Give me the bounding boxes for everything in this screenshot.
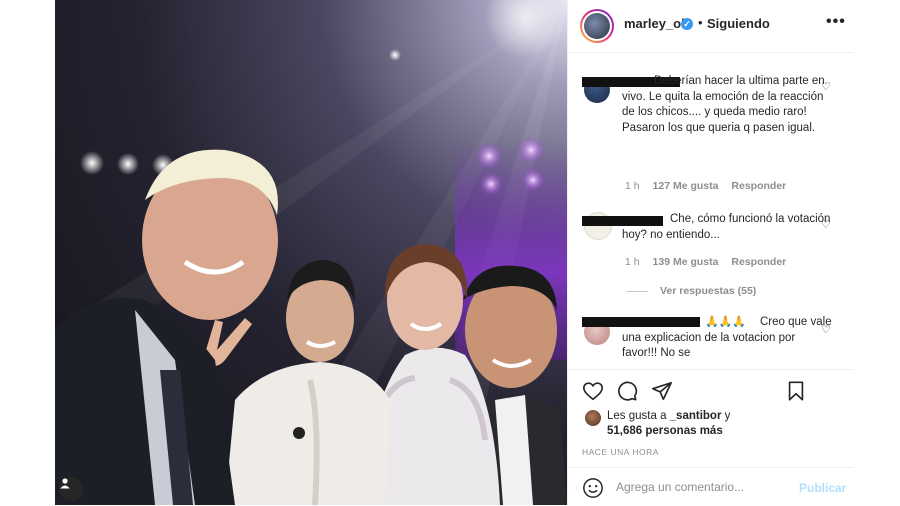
post-header: marley_ok ✓ • Siguiendo ••• <box>568 0 854 53</box>
comment-likes[interactable]: 139 Me gusta <box>653 256 719 268</box>
likes-text: Les gusta a _santibor y <box>607 410 730 422</box>
emoji-icon[interactable] <box>582 477 604 499</box>
comment-meta: 1 h 139 Me gusta Responder <box>625 256 796 268</box>
save-icon[interactable] <box>785 380 807 402</box>
publish-button[interactable]: Publicar <box>799 481 846 495</box>
comment-icon[interactable] <box>616 380 638 402</box>
post-photo[interactable] <box>55 0 567 505</box>
share-icon[interactable] <box>651 380 673 402</box>
likes-summary: Les gusta a _santibor y 51,686 personas … <box>582 408 842 442</box>
photo-illustration <box>55 0 567 505</box>
reply-button[interactable]: Responder <box>731 180 786 192</box>
comment-like-icon[interactable]: ♡ <box>821 80 831 93</box>
comment-text: Deberían hacer la ultima parte en vivo. … <box>622 75 825 134</box>
more-options-icon[interactable]: ••• <box>826 13 846 31</box>
post-sidebar: marley_ok ✓ • Siguiendo ••• Deberían hac… <box>567 0 854 505</box>
add-comment-bar: Publicar <box>568 467 854 506</box>
comment-like-icon[interactable]: ♡ <box>821 218 831 231</box>
comment-text: Che, cómo funcionó la votación hoy? no e… <box>622 213 831 241</box>
likes-count[interactable]: 51,686 personas más <box>607 425 723 437</box>
comment-likes[interactable]: 127 Me gusta <box>653 180 719 192</box>
like-icon[interactable] <box>582 380 604 402</box>
author-avatar[interactable] <box>580 9 614 43</box>
post-timestamp[interactable]: HACE UNA HORA <box>582 447 659 457</box>
view-replies-button[interactable]: Ver respuestas (55) <box>660 285 756 297</box>
comment-time: 1 h <box>625 180 640 192</box>
comment-text: Creo que vale una explicacion de la vota… <box>622 316 832 359</box>
author-username[interactable]: marley_ok <box>624 16 688 31</box>
following-button[interactable]: Siguiendo <box>707 16 770 31</box>
reply-button[interactable]: Responder <box>731 256 786 268</box>
liker-username[interactable]: _santibor <box>670 410 722 422</box>
comments-list: Deberían hacer la ultima parte en vivo. … <box>568 53 854 369</box>
likes-prefix: Les gusta a <box>607 410 670 422</box>
comment-meta: 1 h 127 Me gusta Responder <box>625 180 796 192</box>
likes-suffix: y <box>721 410 731 422</box>
comment-like-icon[interactable]: ♡ <box>821 323 831 336</box>
separator-dot: • <box>698 15 703 30</box>
verified-badge-icon: ✓ <box>681 18 693 30</box>
liker-avatar[interactable] <box>585 410 601 426</box>
replies-divider <box>626 291 648 292</box>
comment-input[interactable] <box>616 480 786 494</box>
user-tag-icon[interactable] <box>59 477 83 501</box>
post-actions <box>568 369 854 410</box>
comment-time: 1 h <box>625 256 640 268</box>
